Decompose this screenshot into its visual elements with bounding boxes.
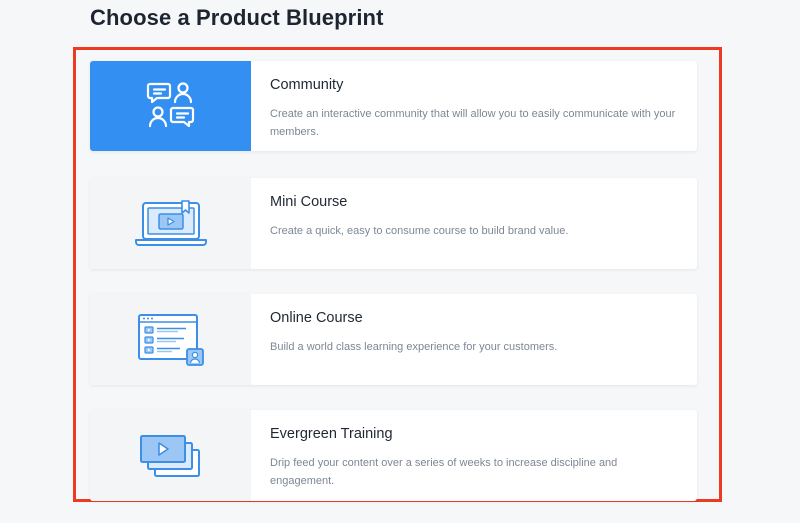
- card-description: Create an interactive community that wil…: [270, 108, 676, 138]
- video-stack-icon: [139, 434, 200, 477]
- card-icon-area: [90, 178, 251, 269]
- card-title: Community: [270, 77, 344, 93]
- blueprint-card-online-course[interactable]: Online Course Build a world class learni…: [90, 294, 697, 385]
- blueprint-card-evergreen-training[interactable]: Evergreen Training Drip feed your conten…: [90, 410, 697, 501]
- card-text: Mini Course Create a quick, easy to cons…: [251, 178, 697, 269]
- card-description: Create a quick, easy to consume course t…: [270, 225, 569, 237]
- card-text: Evergreen Training Drip feed your conten…: [251, 410, 697, 501]
- card-title: Evergreen Training: [270, 426, 393, 442]
- blueprint-card-community[interactable]: Community Create an interactive communit…: [90, 61, 697, 151]
- blueprint-card-mini-course[interactable]: Mini Course Create a quick, easy to cons…: [90, 178, 697, 269]
- browser-lessons-icon: [137, 313, 204, 366]
- card-icon-area: [90, 294, 251, 385]
- card-icon-area: [90, 410, 251, 501]
- blueprint-page: Choose a Product Blueprint Community Cre…: [0, 0, 800, 523]
- card-title: Online Course: [270, 310, 363, 326]
- community-chat-icon: [146, 82, 194, 128]
- card-icon-area: [90, 61, 251, 151]
- card-text: Community Create an interactive communit…: [251, 61, 697, 151]
- card-text: Online Course Build a world class learni…: [251, 294, 697, 385]
- card-title: Mini Course: [270, 194, 348, 210]
- card-description: Drip feed your content over a series of …: [270, 457, 618, 487]
- card-description: Build a world class learning experience …: [270, 341, 558, 353]
- laptop-video-icon: [134, 199, 207, 246]
- page-title: Choose a Product Blueprint: [90, 5, 384, 30]
